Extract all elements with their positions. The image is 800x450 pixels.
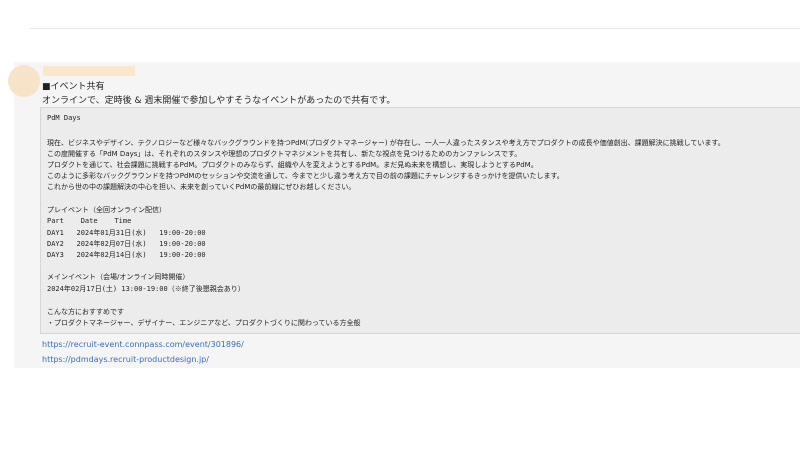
code-paragraph-line: このように多彩なバックグラウンドを持つPdMのセッションや交流を通して、今までと… [47, 172, 564, 180]
post-heading: ■イベント共有 [42, 82, 105, 92]
connpass-link[interactable]: https://recruit-event.connpass.com/event… [42, 340, 244, 349]
author-name-redacted [43, 66, 135, 76]
avatar[interactable] [8, 65, 40, 97]
code-paragraph-line: この度開催する「PdM Days」は、それぞれのスタンスや理想のプロダクトマネジ… [47, 150, 522, 158]
schedule-row: DAY1 2024年01月31日(水) 19:00-20:00 [47, 229, 206, 237]
schedule-row: DAY2 2024年02月07日(水) 19:00-20:00 [47, 240, 206, 248]
top-divider [30, 28, 800, 29]
code-paragraph-line: これから世の中の課題解決の中心を担い、未来を創っていくPdMの最前線にぜひお越し… [47, 183, 356, 191]
pdmdays-link[interactable]: https://pdmdays.recruit-productdesign.jp… [42, 355, 209, 364]
main-event-title: メインイベント（会場/オンライン同時開催） [47, 273, 190, 281]
pre-event-title: プレイベント（全回オンライン配信） [47, 206, 166, 214]
code-paragraph-line: プロダクトを通じて、社会課題に挑戦するPdM。プロダクトのみならず、組織や人を変… [47, 161, 538, 169]
code-title: PdM Days [47, 114, 81, 122]
recommend-title: こんな方におすすめです [47, 308, 124, 316]
schedule-row: DAY3 2024年02月14日(水) 19:00-20:00 [47, 251, 206, 259]
recommend-item: ・プロダクトマネージャー、デザイナー、エンジニアなど、プロダクトづくりに関わって… [47, 319, 361, 327]
code-paragraph-line: 現在、ビジネスやデザイン、テクノロジーなど様々なバックグラウンドを持つPdM(プ… [47, 139, 725, 147]
post-intro: オンラインで、定時後 & 週末開催で参加しやすそうなイベントがあったので共有です… [42, 96, 396, 106]
schedule-header: Part Date Time [47, 217, 132, 225]
main-event-date: 2024年02月17日(土) 13:00-19:00（※終了後懇親会あり） [47, 285, 245, 293]
